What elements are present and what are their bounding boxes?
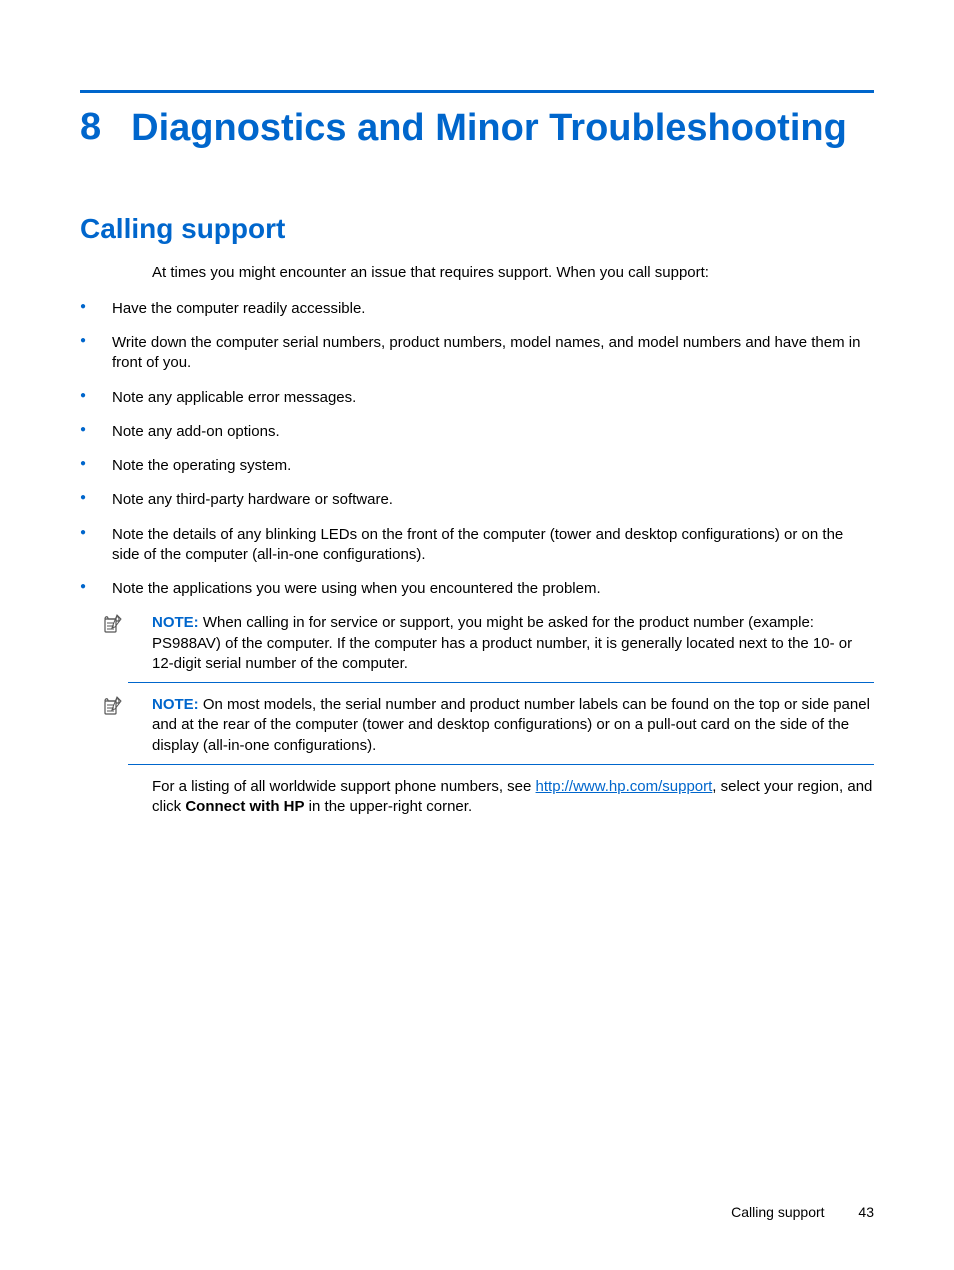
note-text: When calling in for service or support, … — [152, 614, 852, 672]
list-item: Note any third-party hardware or softwar… — [80, 490, 874, 510]
note-icon — [102, 613, 122, 633]
document-page: 8 Diagnostics and Minor Troubleshooting … — [0, 0, 954, 1270]
top-rule — [80, 90, 874, 93]
closing-paragraph: For a listing of all worldwide support p… — [152, 777, 874, 818]
list-item: Note the applications you were using whe… — [80, 579, 874, 599]
list-item: Note any applicable error messages. — [80, 388, 874, 408]
list-item: Note the details of any blinking LEDs on… — [80, 525, 874, 566]
list-item: Write down the computer serial numbers, … — [80, 333, 874, 374]
list-item: Note any add-on options. — [80, 422, 874, 442]
page-footer: Calling support 43 — [731, 1204, 874, 1220]
list-item: Note the operating system. — [80, 456, 874, 476]
section-heading: Calling support — [80, 213, 874, 245]
closing-bold: Connect with HP — [185, 798, 304, 815]
note-content: NOTE: On most models, the serial number … — [128, 695, 874, 756]
list-item: Have the computer readily accessible. — [80, 299, 874, 319]
footer-label: Calling support — [731, 1204, 824, 1220]
note-text: On most models, the serial number and pr… — [152, 696, 870, 754]
page-number: 43 — [858, 1204, 874, 1220]
note-label: NOTE: — [152, 696, 199, 713]
chapter-title: Diagnostics and Minor Troubleshooting — [131, 105, 847, 153]
support-link[interactable]: http://www.hp.com/support — [536, 778, 713, 795]
section-intro: At times you might encounter an issue th… — [152, 263, 874, 283]
note-content: NOTE: When calling in for service or sup… — [128, 613, 874, 674]
note-block: NOTE: When calling in for service or sup… — [128, 613, 874, 683]
chapter-number: 8 — [80, 105, 101, 151]
closing-post: in the upper-right corner. — [305, 798, 473, 815]
chapter-heading: 8 Diagnostics and Minor Troubleshooting — [80, 105, 874, 153]
note-icon — [102, 695, 122, 715]
note-block: NOTE: On most models, the serial number … — [128, 695, 874, 765]
bullet-list: Have the computer readily accessible. Wr… — [80, 299, 874, 600]
note-label: NOTE: — [152, 614, 199, 631]
closing-pre: For a listing of all worldwide support p… — [152, 778, 536, 795]
